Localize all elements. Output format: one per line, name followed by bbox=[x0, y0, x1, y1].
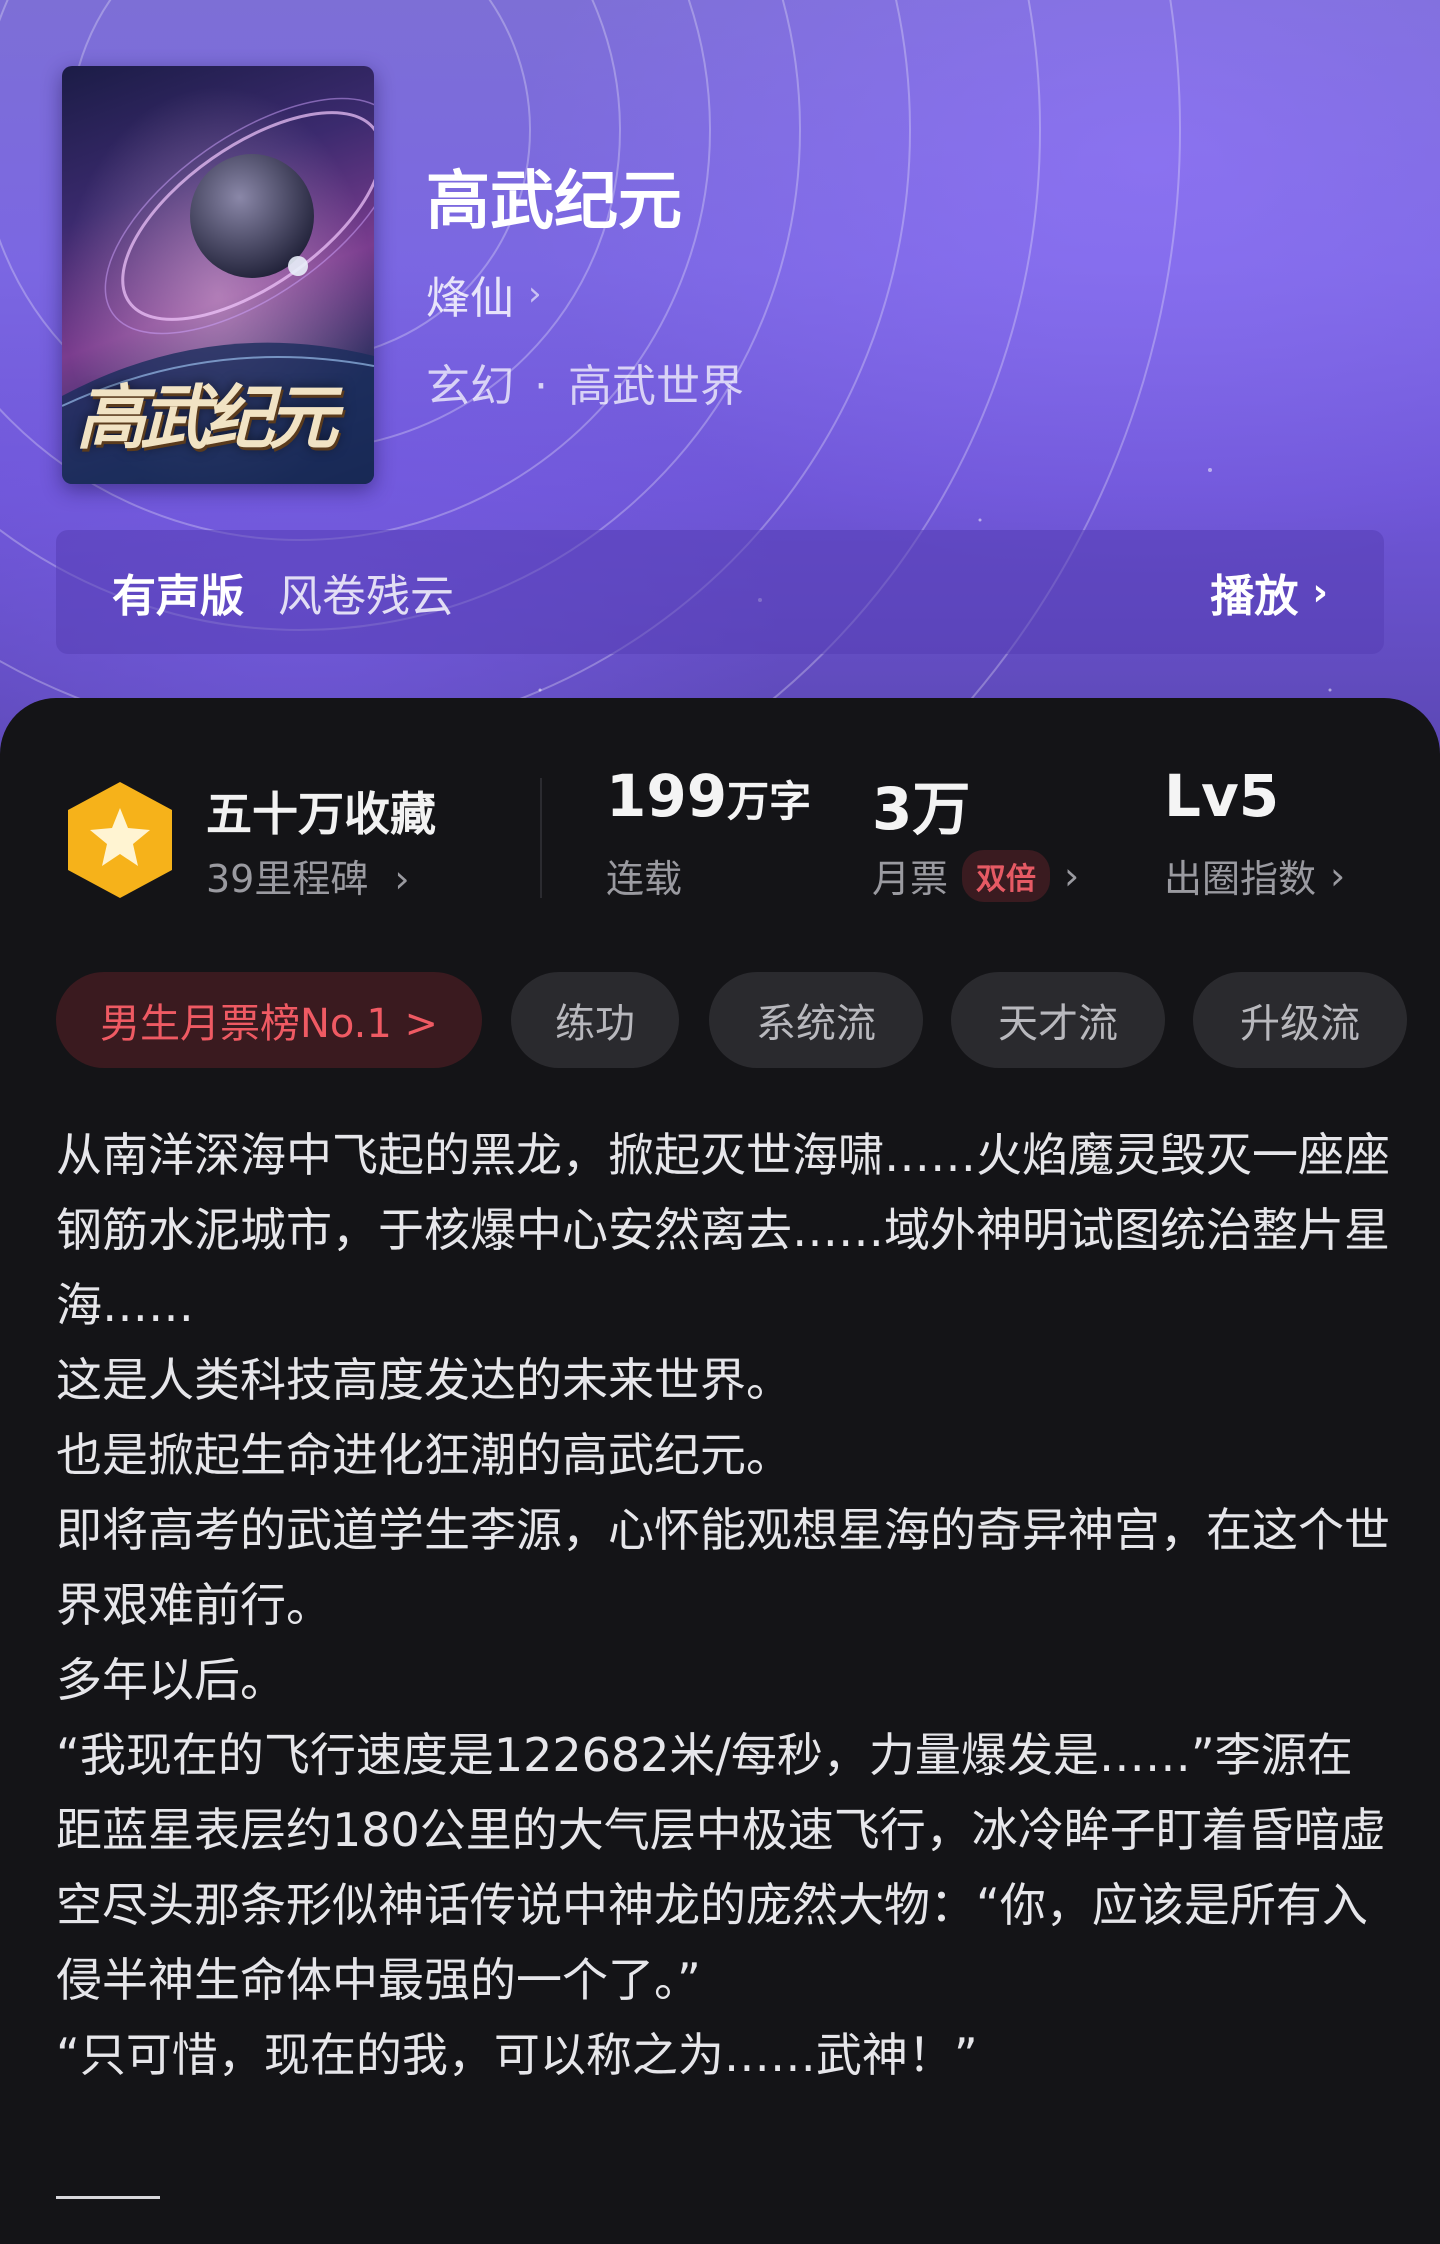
influence-index-value: Lv5 bbox=[1164, 762, 1280, 830]
serial-status: 连载 bbox=[606, 848, 682, 903]
tag-chip[interactable]: 天才流 bbox=[951, 972, 1165, 1068]
book-detail-page: 高武纪元 高武纪元 烽仙 › 玄幻 · 高武世界 有声版 风卷残云 播放 › 五十万… bbox=[0, 0, 1440, 2244]
author-link[interactable]: 烽仙 › bbox=[426, 262, 542, 326]
tag-chip[interactable]: 系统流 bbox=[709, 972, 923, 1068]
play-button[interactable]: 播放 › bbox=[1210, 560, 1328, 624]
book-synopsis: 从南洋深海中飞起的黑龙，掀起灭世海啸……火焰魔灵毁灭一座座钢筋水泥城市，于核爆中… bbox=[56, 1118, 1396, 2093]
synopsis-end-divider bbox=[56, 2196, 160, 2199]
influence-index: Lv5 bbox=[1164, 762, 1279, 830]
stats-row: 五十万收藏 39里程碑 › 199万字 连载 3万 月票 双倍 › Lv5 出圈… bbox=[0, 698, 1440, 902]
chevron-right-icon: › bbox=[394, 857, 410, 901]
word-count-unit: 万字 bbox=[727, 777, 812, 826]
synopsis-paragraph: 也是掀起生命进化狂潮的高武纪元。 bbox=[56, 1428, 792, 1482]
rank-tag[interactable]: 男生月票榜No.1 > bbox=[56, 972, 482, 1068]
book-header: 高武纪元 高武纪元 烽仙 › 玄幻 · 高武世界 有声版 风卷残云 播放 › bbox=[0, 0, 1440, 760]
synopsis-paragraph: 从南洋深海中飞起的黑龙，掀起灭世海啸……火焰魔灵毁灭一座座钢筋水泥城市，于核爆中… bbox=[56, 1128, 1390, 1332]
synopsis-paragraph: 这是人类科技高度发达的未来世界。 bbox=[56, 1353, 792, 1407]
word-count-value: 199 bbox=[606, 762, 728, 830]
subgenre-label[interactable]: 高武世界 bbox=[568, 361, 744, 412]
book-info-panel: 五十万收藏 39里程碑 › 199万字 连载 3万 月票 双倍 › Lv5 出圈… bbox=[0, 698, 1440, 2244]
chevron-right-icon: › bbox=[1312, 570, 1328, 614]
monthly-tickets-link[interactable]: 月票 双倍 › bbox=[872, 848, 1079, 903]
word-count: 199万字 bbox=[606, 762, 811, 830]
monthly-tickets: 3万 bbox=[872, 762, 970, 846]
synopsis-paragraph: 多年以后。 bbox=[56, 1653, 286, 1707]
author-name: 烽仙 bbox=[426, 273, 514, 324]
influence-index-link[interactable]: 出圈指数 › bbox=[1164, 848, 1345, 903]
cover-title-text: 高武纪元 bbox=[76, 376, 338, 459]
milestone-link[interactable]: 39里程碑 › bbox=[206, 848, 410, 903]
genre-row: 玄幻 · 高武世界 bbox=[426, 350, 744, 414]
audio-narrator: 风卷残云 bbox=[278, 571, 454, 622]
monthly-tickets-label: 月票 bbox=[872, 857, 949, 901]
tag-chip[interactable]: 升级流 bbox=[1193, 972, 1407, 1068]
serial-status-label: 连载 bbox=[606, 857, 683, 901]
double-badge: 双倍 bbox=[962, 849, 1051, 902]
synopsis-paragraph: “我现在的飞行速度是122682米/每秒，力量爆发是……”李源在距蓝星表层约18… bbox=[56, 1728, 1386, 2007]
chevron-right-icon: › bbox=[1330, 853, 1346, 898]
star-hexagon-badge-icon bbox=[68, 782, 172, 898]
influence-index-label: 出圈指数 bbox=[1164, 857, 1317, 901]
chevron-right-icon: › bbox=[528, 274, 542, 314]
audio-label: 有声版 bbox=[112, 571, 244, 622]
synopsis-paragraph: 即将高考的武道学生李源，心怀能观想星海的奇异神宫，在这个世界艰难前行。 bbox=[56, 1503, 1390, 1632]
play-label: 播放 bbox=[1210, 571, 1299, 622]
synopsis-paragraph: “只可惜，现在的我，可以称之为……武神！” bbox=[56, 2028, 978, 2082]
tag-chip[interactable]: 练功 bbox=[511, 972, 679, 1068]
stats-divider bbox=[540, 778, 542, 898]
milestone-label: 39里程碑 bbox=[206, 857, 369, 901]
book-cover[interactable]: 高武纪元 bbox=[62, 66, 374, 484]
genre-label[interactable]: 玄幻 bbox=[426, 361, 514, 412]
tag-row: 男生月票榜No.1 > 练功 系统流 天才流 升级流 bbox=[56, 972, 1440, 1068]
audio-version-bar[interactable]: 有声版 风卷残云 播放 › bbox=[56, 530, 1384, 654]
chevron-right-icon: › bbox=[1064, 853, 1080, 898]
collect-count-title: 五十万收藏 bbox=[206, 787, 436, 841]
book-title: 高武纪元 bbox=[426, 165, 682, 239]
separator-dot: · bbox=[534, 361, 548, 412]
monthly-tickets-value: 3万 bbox=[872, 775, 971, 843]
